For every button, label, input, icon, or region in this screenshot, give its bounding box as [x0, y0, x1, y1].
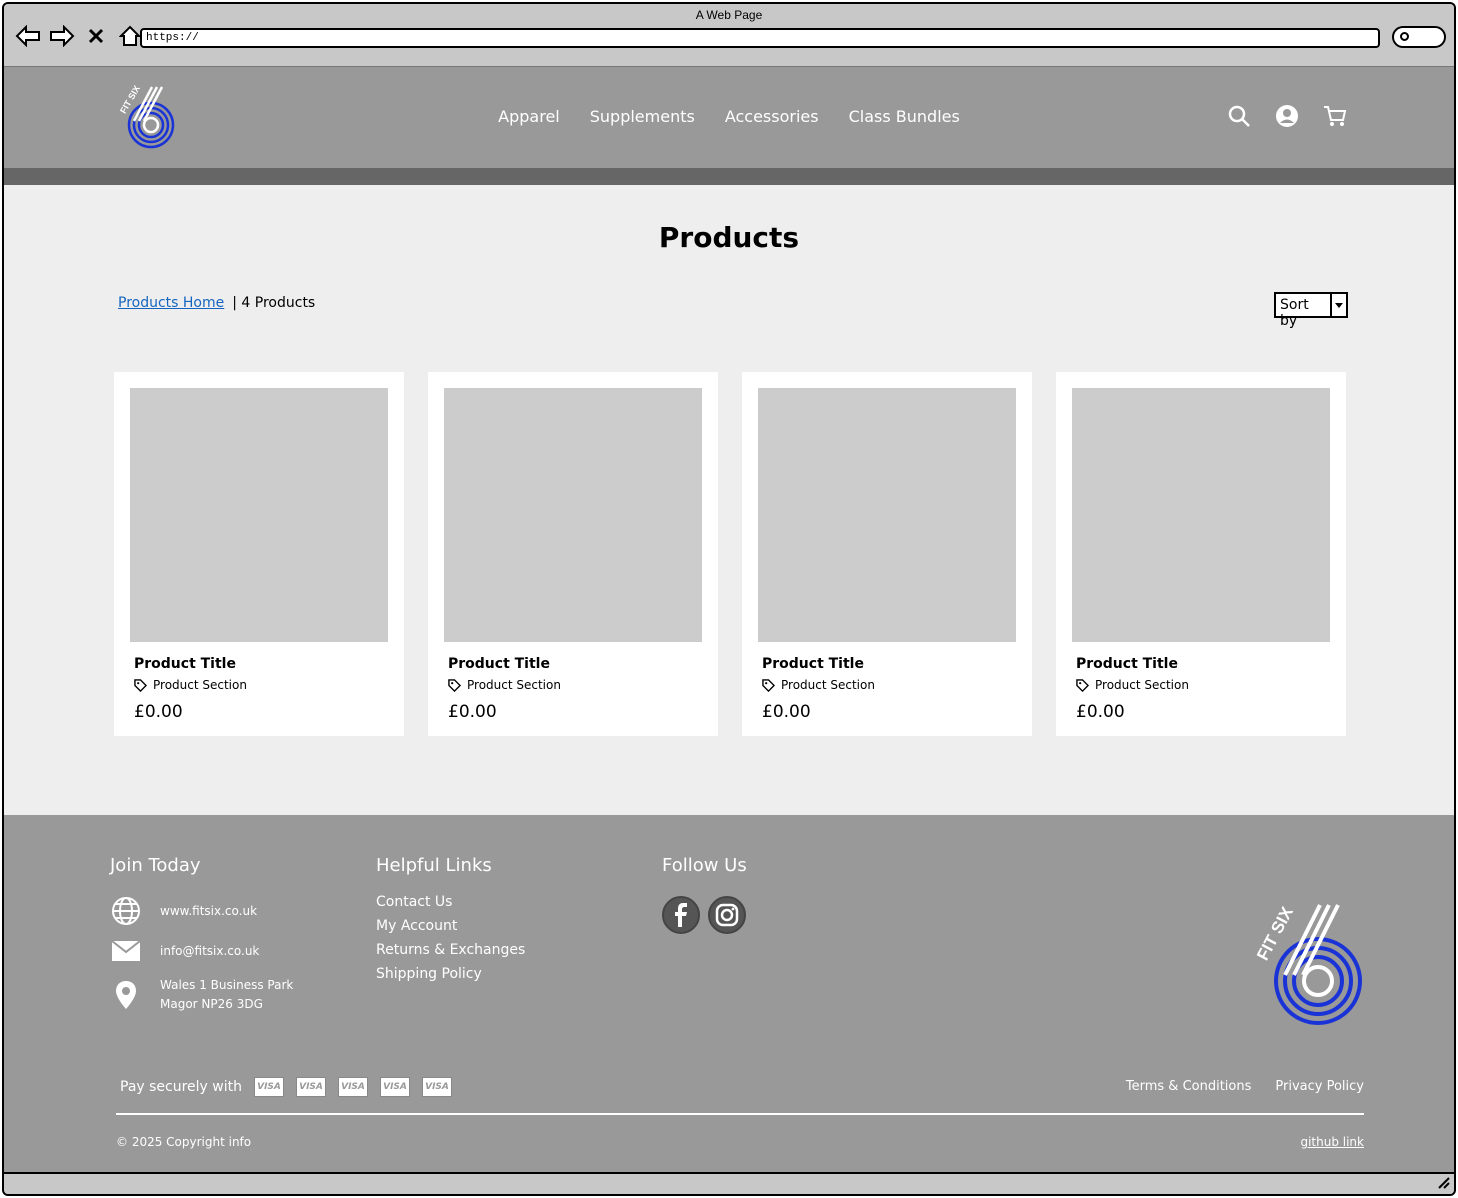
join-heading: Join Today — [110, 855, 201, 876]
window-title: A Web Page — [695, 8, 763, 22]
product-card[interactable]: Product Title Product Section £0.00 — [1056, 372, 1346, 736]
url-input[interactable]: https:// — [140, 28, 1380, 48]
facebook-icon[interactable] — [662, 896, 700, 934]
address: Wales 1 Business Park Magor NP26 3DG — [160, 978, 294, 1011]
tag-icon — [1076, 678, 1089, 692]
pay-label: Pay securely with — [120, 1079, 242, 1095]
visa-card-icon: VISA — [254, 1077, 284, 1097]
globe-icon — [110, 896, 142, 926]
footer-join: Join Today www.fitsix.co.uk info@fitsix.… — [110, 855, 293, 1014]
nav-apparel[interactable]: Apparel — [498, 107, 560, 126]
payment-methods: Pay securely with VISA VISA VISA VISA VI… — [120, 1077, 452, 1097]
product-title[interactable]: Product Title — [134, 656, 236, 672]
visa-card-icon: VISA — [422, 1077, 452, 1097]
browser-status-bar — [4, 1172, 1454, 1194]
close-icon[interactable] — [82, 22, 110, 50]
sort-select[interactable]: Sort by — [1274, 292, 1348, 329]
tag-icon — [448, 678, 461, 692]
product-card[interactable]: Product Title Product Section £0.00 — [428, 372, 718, 736]
cart-icon[interactable] — [1322, 103, 1348, 129]
header-divider — [4, 168, 1454, 185]
product-price: £0.00 — [134, 702, 183, 722]
website-link[interactable]: www.fitsix.co.uk — [160, 904, 257, 918]
product-card[interactable]: Product Title Product Section £0.00 — [114, 372, 404, 736]
product-grid: Product Title Product Section £0.00 Prod… — [114, 372, 1346, 736]
sort-label: Sort by — [1280, 297, 1309, 329]
search-icon — [1400, 32, 1409, 41]
resize-handle-icon[interactable] — [1436, 1175, 1450, 1192]
nav-accessories[interactable]: Accessories — [725, 107, 819, 126]
product-image[interactable] — [444, 388, 702, 642]
account-icon[interactable] — [1274, 103, 1300, 129]
product-title[interactable]: Product Title — [1076, 656, 1178, 672]
legal-links: Terms & Conditions Privacy Policy — [1126, 1079, 1364, 1094]
product-image[interactable] — [758, 388, 1016, 642]
search-icon[interactable] — [1226, 103, 1252, 129]
copyright: © 2025 Copyright info — [116, 1135, 252, 1149]
product-price: £0.00 — [1076, 702, 1125, 722]
visa-card-icon: VISA — [296, 1077, 326, 1097]
privacy-link[interactable]: Privacy Policy — [1275, 1079, 1364, 1094]
browser-window: A Web Page https:// FIT SIX Apparel Supp… — [2, 2, 1456, 1196]
product-price: £0.00 — [762, 702, 811, 722]
product-image[interactable] — [1072, 388, 1330, 642]
footer-links: Helpful Links Contact Us My Account Retu… — [376, 855, 525, 990]
instagram-icon[interactable] — [708, 896, 746, 934]
forward-arrow-icon[interactable] — [48, 22, 76, 50]
links-heading: Helpful Links — [376, 855, 492, 876]
breadcrumb: Products Home | 4 Products — [118, 295, 315, 311]
footer-follow: Follow Us — [662, 855, 747, 934]
site-footer: Join Today www.fitsix.co.uk info@fitsix.… — [4, 815, 1454, 1172]
footer-logo: FIT SIX — [1253, 895, 1369, 1025]
chevron-down-icon — [1330, 294, 1346, 316]
browser-search-button[interactable] — [1392, 26, 1446, 48]
page-title: Products — [658, 221, 800, 254]
product-image[interactable] — [130, 388, 388, 642]
product-count: | 4 Products — [232, 295, 316, 311]
footer-link-contact[interactable]: Contact Us — [376, 894, 525, 910]
product-card[interactable]: Product Title Product Section £0.00 — [742, 372, 1032, 736]
footer-link-account[interactable]: My Account — [376, 918, 525, 934]
visa-card-icon: VISA — [338, 1077, 368, 1097]
visa-card-icon: VISA — [380, 1077, 410, 1097]
footer-link-shipping[interactable]: Shipping Policy — [376, 966, 525, 982]
github-link[interactable]: github link — [1300, 1135, 1364, 1149]
product-title[interactable]: Product Title — [762, 656, 864, 672]
product-section: Product Section — [134, 678, 247, 692]
breadcrumb-products-home[interactable]: Products Home — [118, 295, 224, 311]
mail-icon — [110, 940, 142, 962]
terms-link[interactable]: Terms & Conditions — [1126, 1079, 1252, 1094]
browser-chrome: A Web Page https:// — [4, 4, 1454, 66]
nav-class-bundles[interactable]: Class Bundles — [849, 107, 960, 126]
footer-link-returns[interactable]: Returns & Exchanges — [376, 942, 525, 958]
product-section: Product Section — [762, 678, 875, 692]
back-arrow-icon[interactable] — [14, 22, 42, 50]
location-pin-icon — [110, 980, 142, 1010]
follow-heading: Follow Us — [662, 855, 747, 876]
nav-supplements[interactable]: Supplements — [590, 107, 695, 126]
product-section: Product Section — [448, 678, 561, 692]
product-title[interactable]: Product Title — [448, 656, 550, 672]
main-content: Products Products Home | 4 Products Sort… — [4, 185, 1454, 815]
product-price: £0.00 — [448, 702, 497, 722]
email-link[interactable]: info@fitsix.co.uk — [160, 944, 259, 958]
footer-divider — [116, 1113, 1364, 1115]
tag-icon — [134, 678, 147, 692]
tag-icon — [762, 678, 775, 692]
logo-text: FIT SIX — [1254, 903, 1297, 963]
site-header: FIT SIX Apparel Supplements Accessories … — [4, 66, 1454, 168]
product-section: Product Section — [1076, 678, 1189, 692]
